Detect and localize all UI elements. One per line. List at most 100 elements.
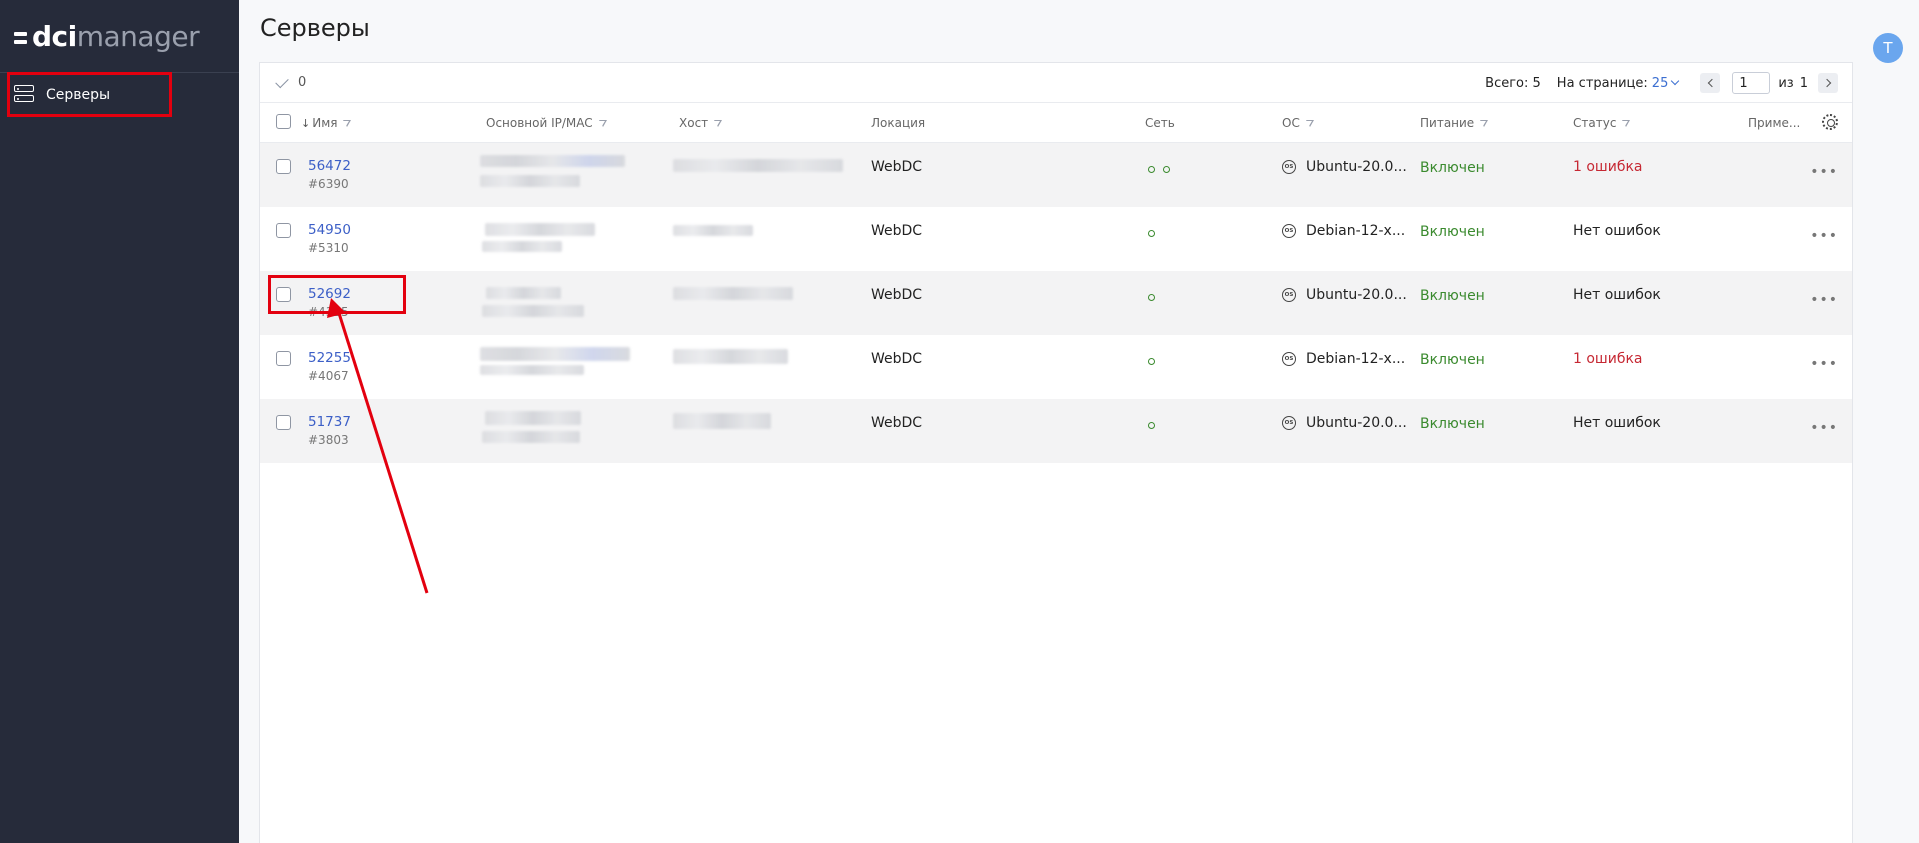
filter-icon[interactable] (1622, 119, 1631, 127)
check-icon (275, 74, 289, 88)
row-checkbox[interactable] (276, 159, 291, 174)
server-id: #4067 (308, 369, 349, 383)
network-ports[interactable] (1148, 289, 1163, 305)
column-location[interactable]: Локация (871, 116, 925, 130)
column-power[interactable]: Питание (1420, 116, 1489, 130)
network-port-icon (1148, 422, 1155, 429)
server-name-link[interactable]: 56472 (308, 158, 351, 174)
filter-icon[interactable] (598, 119, 607, 127)
os-icon: OS (1282, 224, 1296, 238)
gear-icon[interactable] (1822, 114, 1838, 130)
redacted-value (480, 175, 580, 187)
location-value: WebDC (871, 159, 923, 175)
table-header: ↓ Имя Основной IP/MAC Хост Локация Сеть О… (260, 103, 1852, 143)
column-network[interactable]: Сеть (1145, 116, 1175, 130)
selected-count: 0 (298, 75, 307, 90)
network-port-icon (1148, 166, 1155, 173)
logo-mark-icon (14, 31, 27, 44)
network-port-icon (1148, 358, 1155, 365)
chevron-right-icon (1822, 78, 1831, 88)
page-number-input[interactable] (1732, 72, 1771, 94)
location-value: WebDC (871, 415, 923, 431)
server-id: #3803 (308, 433, 349, 447)
status-badge: Нет ошибок (1573, 287, 1661, 303)
per-page-label: На странице: (1556, 75, 1648, 91)
more-actions-icon[interactable]: ••• (1810, 356, 1838, 372)
table-row[interactable]: 56472 #6390 WebDC OS Ubuntu-20.0... Включен 1 … (260, 143, 1852, 207)
column-ip-mac[interactable]: Основной IP/MAC (486, 116, 607, 130)
network-port-icon (1148, 230, 1155, 237)
filter-icon[interactable] (1480, 119, 1489, 127)
redacted-value (480, 365, 584, 375)
redacted-value (673, 413, 771, 429)
column-comment[interactable]: Приме... (1748, 116, 1800, 130)
more-actions-icon[interactable]: ••• (1810, 164, 1838, 180)
power-status: Включен (1420, 416, 1485, 432)
network-port-icon (1148, 294, 1155, 301)
network-ports[interactable] (1148, 353, 1163, 369)
power-status: Включен (1420, 160, 1485, 176)
more-actions-icon[interactable]: ••• (1810, 228, 1838, 244)
selected-counter: 0 (275, 74, 307, 90)
pagination: Всего: 5 На странице: 25 из 1 (1485, 72, 1838, 94)
table-row[interactable]: 52255 #4067 WebDC OS Debian-12-x... Включен 1 … (260, 335, 1852, 399)
annotation-highlight-box (7, 72, 172, 117)
annotation-highlight-box (268, 275, 406, 314)
chevron-left-icon (1707, 78, 1717, 88)
row-checkbox[interactable] (276, 351, 291, 366)
redacted-value (480, 347, 630, 361)
status-badge: Нет ошибок (1573, 223, 1661, 239)
page-title: Серверы (260, 14, 370, 42)
status-badge[interactable]: 1 ошибка (1573, 159, 1643, 175)
os-value: Ubuntu-20.0... (1306, 159, 1407, 175)
of-label: из (1778, 75, 1794, 91)
filter-icon[interactable] (343, 119, 352, 127)
column-host[interactable]: Хост (679, 116, 723, 130)
network-ports[interactable] (1148, 225, 1163, 241)
servers-panel: 0 Всего: 5 На странице: 25 из 1 ↓Имя Осн… (259, 62, 1853, 843)
power-status: Включен (1420, 352, 1485, 368)
os-icon: OS (1282, 288, 1296, 302)
os-value: Ubuntu-20.0... (1306, 287, 1407, 303)
row-checkbox[interactable] (276, 223, 291, 238)
os-icon: OS (1282, 160, 1296, 174)
status-badge[interactable]: 1 ошибка (1573, 351, 1643, 367)
next-page-button[interactable] (1818, 73, 1838, 93)
more-actions-icon[interactable]: ••• (1810, 292, 1838, 308)
per-page-select[interactable]: 25 (1652, 76, 1669, 91)
os-value: Ubuntu-20.0... (1306, 415, 1407, 431)
avatar[interactable]: Т (1873, 33, 1903, 63)
os-icon: OS (1282, 352, 1296, 366)
sidebar: dcimanager Серверы (0, 0, 239, 843)
total-pages: 1 (1799, 75, 1808, 91)
sort-down-icon: ↓ (301, 116, 311, 130)
column-name[interactable]: ↓ Имя (301, 116, 352, 130)
redacted-value (485, 411, 581, 425)
row-checkbox[interactable] (276, 415, 291, 430)
more-actions-icon[interactable]: ••• (1810, 420, 1838, 436)
redacted-value (673, 349, 788, 364)
prev-page-button[interactable] (1700, 73, 1721, 93)
table-row[interactable]: 52692 #4325 WebDC OS Ubuntu-20.0... Включен Не… (260, 271, 1852, 335)
column-os[interactable]: ОС (1282, 116, 1314, 130)
redacted-value (673, 225, 753, 236)
table-row[interactable]: 54950 #5310 WebDC OS Debian-12-x... Включен Не… (260, 207, 1852, 271)
server-name-link[interactable]: 51737 (308, 414, 351, 430)
column-status[interactable]: Статус (1573, 116, 1631, 130)
location-value: WebDC (871, 223, 923, 239)
network-ports[interactable] (1148, 161, 1178, 177)
select-all-checkbox[interactable] (276, 114, 291, 129)
power-status: Включен (1420, 288, 1485, 304)
server-name-link[interactable]: 54950 (308, 222, 351, 238)
redacted-value (673, 159, 843, 172)
app-logo[interactable]: dcimanager (14, 18, 200, 54)
chevron-down-icon[interactable] (1671, 76, 1680, 86)
server-name-link[interactable]: 52255 (308, 350, 351, 366)
redacted-value (485, 223, 595, 236)
table-row[interactable]: 51737 #3803 WebDC OS Ubuntu-20.0... Включен Не… (260, 399, 1852, 463)
network-ports[interactable] (1148, 417, 1163, 433)
server-id: #6390 (308, 177, 349, 191)
logo-primary-text: dci (32, 19, 77, 53)
filter-icon[interactable] (714, 119, 723, 127)
filter-icon[interactable] (1305, 119, 1314, 127)
